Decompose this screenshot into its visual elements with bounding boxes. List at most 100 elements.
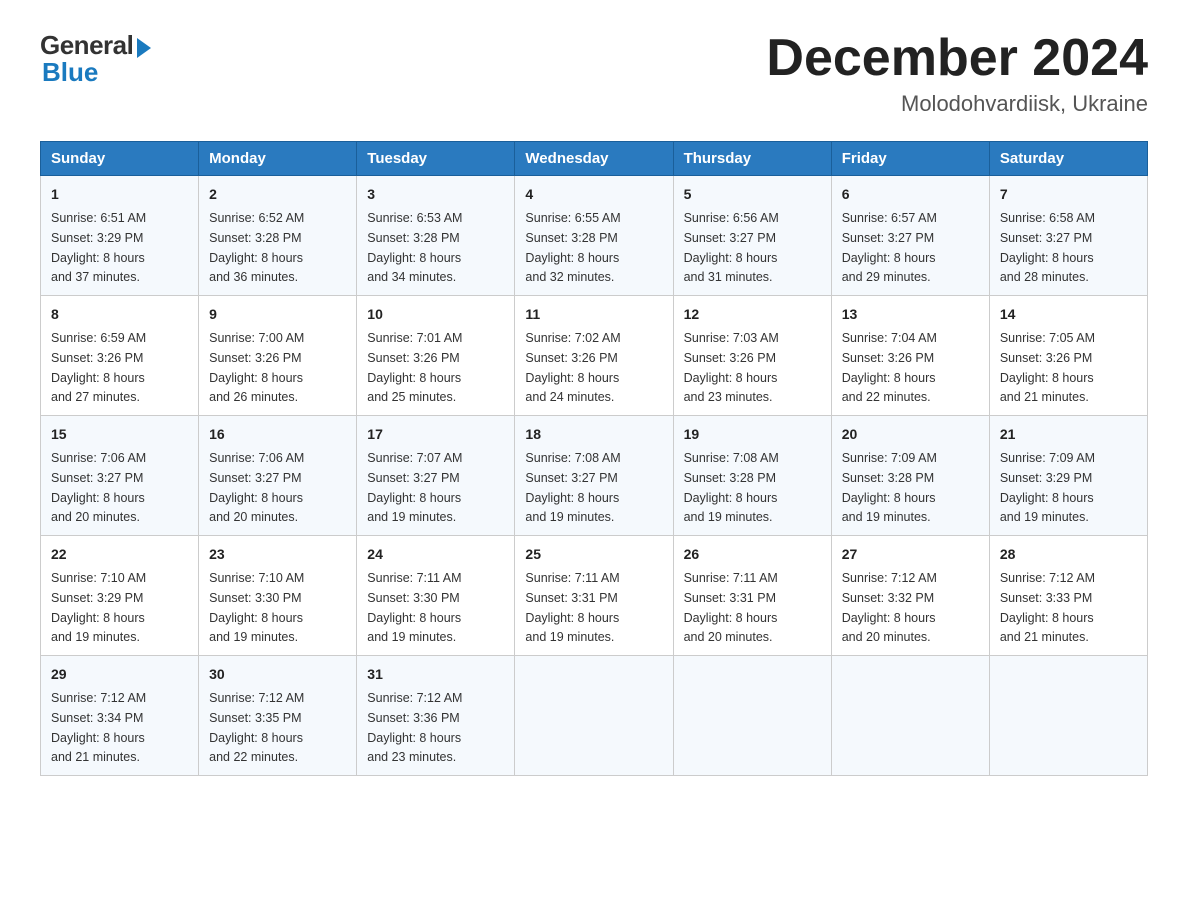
weekday-header-row: SundayMondayTuesdayWednesdayThursdayFrid… (41, 142, 1148, 176)
day-number: 19 (684, 424, 821, 445)
calendar-week-row: 22 Sunrise: 7:10 AMSunset: 3:29 PMDaylig… (41, 536, 1148, 656)
calendar-cell: 9 Sunrise: 7:00 AMSunset: 3:26 PMDayligh… (199, 296, 357, 416)
day-number: 16 (209, 424, 346, 445)
day-number: 25 (525, 544, 662, 565)
calendar-cell: 7 Sunrise: 6:58 AMSunset: 3:27 PMDayligh… (989, 176, 1147, 296)
day-info: Sunrise: 7:12 AMSunset: 3:33 PMDaylight:… (1000, 571, 1095, 644)
day-number: 15 (51, 424, 188, 445)
day-number: 22 (51, 544, 188, 565)
day-info: Sunrise: 7:09 AMSunset: 3:29 PMDaylight:… (1000, 451, 1095, 524)
day-info: Sunrise: 7:10 AMSunset: 3:29 PMDaylight:… (51, 571, 146, 644)
calendar-cell: 6 Sunrise: 6:57 AMSunset: 3:27 PMDayligh… (831, 176, 989, 296)
day-info: Sunrise: 7:08 AMSunset: 3:28 PMDaylight:… (684, 451, 779, 524)
day-number: 24 (367, 544, 504, 565)
day-number: 28 (1000, 544, 1137, 565)
calendar-cell: 20 Sunrise: 7:09 AMSunset: 3:28 PMDaylig… (831, 416, 989, 536)
day-number: 8 (51, 304, 188, 325)
day-info: Sunrise: 7:06 AMSunset: 3:27 PMDaylight:… (51, 451, 146, 524)
day-info: Sunrise: 7:11 AMSunset: 3:31 PMDaylight:… (525, 571, 619, 644)
weekday-header-monday: Monday (199, 142, 357, 176)
day-number: 2 (209, 184, 346, 205)
calendar-cell: 19 Sunrise: 7:08 AMSunset: 3:28 PMDaylig… (673, 416, 831, 536)
month-title: December 2024 (766, 30, 1148, 87)
calendar-week-row: 1 Sunrise: 6:51 AMSunset: 3:29 PMDayligh… (41, 176, 1148, 296)
calendar-cell: 27 Sunrise: 7:12 AMSunset: 3:32 PMDaylig… (831, 536, 989, 656)
logo: General Blue (40, 30, 151, 88)
day-info: Sunrise: 7:11 AMSunset: 3:30 PMDaylight:… (367, 571, 461, 644)
calendar-cell: 18 Sunrise: 7:08 AMSunset: 3:27 PMDaylig… (515, 416, 673, 536)
day-info: Sunrise: 7:07 AMSunset: 3:27 PMDaylight:… (367, 451, 462, 524)
day-info: Sunrise: 7:12 AMSunset: 3:32 PMDaylight:… (842, 571, 937, 644)
calendar-cell: 2 Sunrise: 6:52 AMSunset: 3:28 PMDayligh… (199, 176, 357, 296)
day-info: Sunrise: 7:00 AMSunset: 3:26 PMDaylight:… (209, 331, 304, 404)
calendar-cell: 30 Sunrise: 7:12 AMSunset: 3:35 PMDaylig… (199, 656, 357, 776)
page-header: General Blue December 2024 Molodohvardii… (40, 30, 1148, 117)
weekday-header-friday: Friday (831, 142, 989, 176)
calendar-cell: 4 Sunrise: 6:55 AMSunset: 3:28 PMDayligh… (515, 176, 673, 296)
calendar-cell: 8 Sunrise: 6:59 AMSunset: 3:26 PMDayligh… (41, 296, 199, 416)
logo-blue-text: Blue (42, 57, 98, 88)
day-info: Sunrise: 7:12 AMSunset: 3:34 PMDaylight:… (51, 691, 146, 764)
calendar-cell: 23 Sunrise: 7:10 AMSunset: 3:30 PMDaylig… (199, 536, 357, 656)
calendar-cell: 5 Sunrise: 6:56 AMSunset: 3:27 PMDayligh… (673, 176, 831, 296)
day-number: 14 (1000, 304, 1137, 325)
calendar-table: SundayMondayTuesdayWednesdayThursdayFrid… (40, 141, 1148, 776)
day-info: Sunrise: 7:05 AMSunset: 3:26 PMDaylight:… (1000, 331, 1095, 404)
calendar-cell (515, 656, 673, 776)
calendar-cell (989, 656, 1147, 776)
calendar-cell: 24 Sunrise: 7:11 AMSunset: 3:30 PMDaylig… (357, 536, 515, 656)
weekday-header-sunday: Sunday (41, 142, 199, 176)
calendar-cell: 17 Sunrise: 7:07 AMSunset: 3:27 PMDaylig… (357, 416, 515, 536)
calendar-cell: 15 Sunrise: 7:06 AMSunset: 3:27 PMDaylig… (41, 416, 199, 536)
day-info: Sunrise: 7:08 AMSunset: 3:27 PMDaylight:… (525, 451, 620, 524)
day-info: Sunrise: 7:10 AMSunset: 3:30 PMDaylight:… (209, 571, 304, 644)
calendar-cell: 10 Sunrise: 7:01 AMSunset: 3:26 PMDaylig… (357, 296, 515, 416)
day-number: 6 (842, 184, 979, 205)
day-info: Sunrise: 7:12 AMSunset: 3:35 PMDaylight:… (209, 691, 304, 764)
calendar-cell: 13 Sunrise: 7:04 AMSunset: 3:26 PMDaylig… (831, 296, 989, 416)
day-info: Sunrise: 7:01 AMSunset: 3:26 PMDaylight:… (367, 331, 462, 404)
day-info: Sunrise: 6:53 AMSunset: 3:28 PMDaylight:… (367, 211, 462, 284)
day-info: Sunrise: 7:09 AMSunset: 3:28 PMDaylight:… (842, 451, 937, 524)
calendar-cell (831, 656, 989, 776)
calendar-cell: 26 Sunrise: 7:11 AMSunset: 3:31 PMDaylig… (673, 536, 831, 656)
calendar-header: SundayMondayTuesdayWednesdayThursdayFrid… (41, 142, 1148, 176)
day-number: 9 (209, 304, 346, 325)
calendar-cell: 29 Sunrise: 7:12 AMSunset: 3:34 PMDaylig… (41, 656, 199, 776)
calendar-cell: 28 Sunrise: 7:12 AMSunset: 3:33 PMDaylig… (989, 536, 1147, 656)
calendar-cell: 22 Sunrise: 7:10 AMSunset: 3:29 PMDaylig… (41, 536, 199, 656)
calendar-cell: 12 Sunrise: 7:03 AMSunset: 3:26 PMDaylig… (673, 296, 831, 416)
day-info: Sunrise: 7:04 AMSunset: 3:26 PMDaylight:… (842, 331, 937, 404)
calendar-week-row: 8 Sunrise: 6:59 AMSunset: 3:26 PMDayligh… (41, 296, 1148, 416)
day-number: 26 (684, 544, 821, 565)
day-number: 17 (367, 424, 504, 445)
calendar-week-row: 15 Sunrise: 7:06 AMSunset: 3:27 PMDaylig… (41, 416, 1148, 536)
day-number: 4 (525, 184, 662, 205)
day-number: 27 (842, 544, 979, 565)
calendar-cell: 31 Sunrise: 7:12 AMSunset: 3:36 PMDaylig… (357, 656, 515, 776)
calendar-cell: 3 Sunrise: 6:53 AMSunset: 3:28 PMDayligh… (357, 176, 515, 296)
calendar-body: 1 Sunrise: 6:51 AMSunset: 3:29 PMDayligh… (41, 176, 1148, 776)
calendar-cell: 1 Sunrise: 6:51 AMSunset: 3:29 PMDayligh… (41, 176, 199, 296)
day-number: 21 (1000, 424, 1137, 445)
day-number: 11 (525, 304, 662, 325)
weekday-header-wednesday: Wednesday (515, 142, 673, 176)
day-number: 12 (684, 304, 821, 325)
calendar-cell (673, 656, 831, 776)
calendar-week-row: 29 Sunrise: 7:12 AMSunset: 3:34 PMDaylig… (41, 656, 1148, 776)
calendar-cell: 14 Sunrise: 7:05 AMSunset: 3:26 PMDaylig… (989, 296, 1147, 416)
day-info: Sunrise: 6:57 AMSunset: 3:27 PMDaylight:… (842, 211, 937, 284)
day-info: Sunrise: 6:52 AMSunset: 3:28 PMDaylight:… (209, 211, 304, 284)
day-info: Sunrise: 6:55 AMSunset: 3:28 PMDaylight:… (525, 211, 620, 284)
day-number: 10 (367, 304, 504, 325)
day-info: Sunrise: 6:59 AMSunset: 3:26 PMDaylight:… (51, 331, 146, 404)
day-info: Sunrise: 7:02 AMSunset: 3:26 PMDaylight:… (525, 331, 620, 404)
weekday-header-thursday: Thursday (673, 142, 831, 176)
day-number: 3 (367, 184, 504, 205)
day-info: Sunrise: 6:58 AMSunset: 3:27 PMDaylight:… (1000, 211, 1095, 284)
day-number: 1 (51, 184, 188, 205)
day-number: 7 (1000, 184, 1137, 205)
day-info: Sunrise: 7:12 AMSunset: 3:36 PMDaylight:… (367, 691, 462, 764)
day-number: 18 (525, 424, 662, 445)
day-info: Sunrise: 7:11 AMSunset: 3:31 PMDaylight:… (684, 571, 778, 644)
